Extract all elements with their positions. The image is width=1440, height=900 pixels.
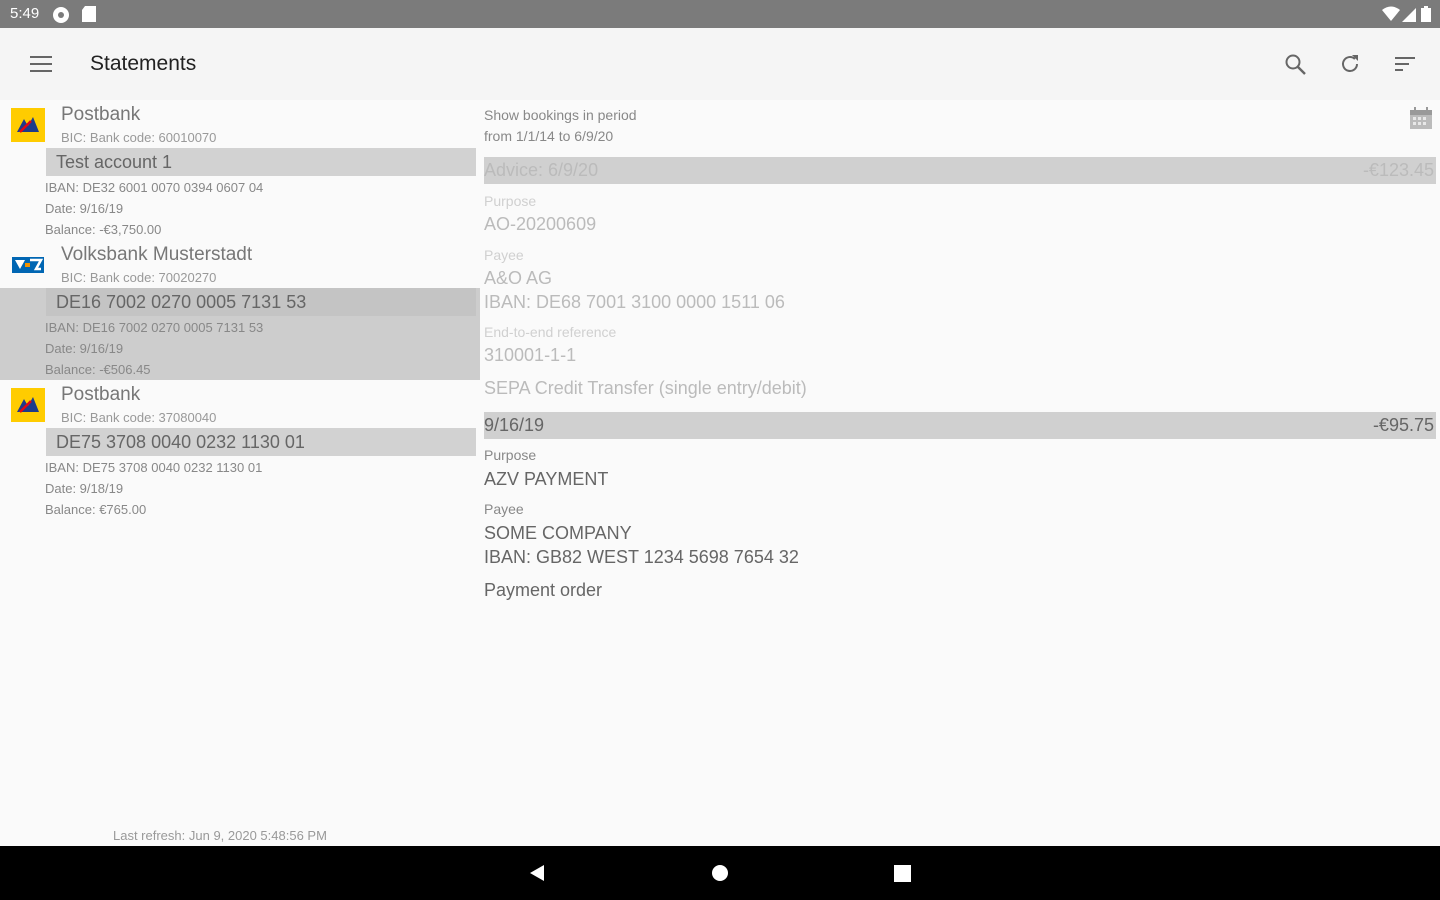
payee-value: A&O AG <box>484 268 553 288</box>
bank-bic: BIC: Bank code: 60010070 <box>61 130 217 145</box>
account-iban: IBAN: DE32 6001 0070 0394 0607 04 <box>45 180 264 195</box>
account-item-selected[interactable]: DE16 7002 0270 0005 7131 53 IBAN: DE16 7… <box>0 288 480 380</box>
account-name: DE75 3708 0040 0232 1130 01 <box>46 428 476 456</box>
account-date: Date: 9/16/19 <box>45 341 124 356</box>
sd-card-icon <box>82 6 96 22</box>
payee-iban: IBAN: DE68 7001 3100 0000 1511 06 <box>484 292 785 312</box>
bank-header: Volksbank Musterstadt BIC: Bank code: 70… <box>0 240 480 288</box>
booking-type: SEPA Credit Transfer (single entry/debit… <box>484 378 807 398</box>
account-date: Date: 9/16/19 <box>45 201 124 216</box>
bank-name: Postbank <box>61 104 141 125</box>
booking-header[interactable]: Advice: 6/9/20 -€123.45 <box>484 157 1436 184</box>
account-balance: Balance: €765.00 <box>45 502 147 517</box>
account-item[interactable]: DE75 3708 0040 0232 1130 01 IBAN: DE75 3… <box>0 428 480 520</box>
sort-icon[interactable] <box>1393 52 1417 76</box>
payee-label: Payee <box>484 501 524 517</box>
wifi-icon <box>1382 6 1400 21</box>
account-iban: IBAN: DE75 3708 0040 0232 1130 01 <box>45 460 263 475</box>
volksbank-logo-icon <box>11 248 45 282</box>
account-balance: Balance: -€506.45 <box>45 362 151 377</box>
payee-iban: IBAN: GB82 WEST 1234 5698 7654 32 <box>484 547 799 567</box>
bank-name: Postbank <box>61 384 141 405</box>
status-time: 5:49 <box>10 5 40 22</box>
payee-label: Payee <box>484 247 524 263</box>
booking-date: 9/16/19 <box>484 415 545 435</box>
booking-header[interactable]: 9/16/19 -€95.75 <box>484 412 1436 439</box>
last-refresh: Last refresh: Jun 9, 2020 5:48:56 PM <box>113 828 327 843</box>
account-iban: IBAN: DE16 7002 0270 0005 7131 53 <box>45 320 264 335</box>
booking-amount: -€95.75 <box>1372 415 1434 435</box>
play-protect-icon <box>53 7 69 23</box>
e2e-value: 310001-1-1 <box>484 345 577 365</box>
status-bar: 5:49 <box>0 0 1440 28</box>
battery-icon <box>1421 6 1431 22</box>
account-name: Test account 1 <box>46 148 476 176</box>
navigation-bar <box>0 846 1440 900</box>
accounts-pane: Postbank BIC: Bank code: 60010070 Test a… <box>0 100 480 846</box>
purpose-label: Purpose <box>484 447 537 463</box>
period-range: from 1/1/14 to 6/9/20 <box>484 128 614 144</box>
booking-date: Advice: 6/9/20 <box>484 160 599 180</box>
home-icon[interactable] <box>711 864 729 882</box>
booking-amount: -€123.45 <box>1362 160 1434 180</box>
e2e-label: End-to-end reference <box>484 324 617 340</box>
purpose-label: Purpose <box>484 193 537 209</box>
postbank-logo-icon <box>11 108 45 142</box>
bank-bic: BIC: Bank code: 70020270 <box>61 270 217 285</box>
calendar-icon[interactable] <box>1409 106 1433 130</box>
bank-header: Postbank BIC: Bank code: 37080040 <box>0 380 480 428</box>
refresh-icon[interactable] <box>1338 52 1362 76</box>
app-bar: Statements <box>0 28 1440 100</box>
purpose-value: AZV PAYMENT <box>484 469 609 489</box>
page-title: Statements <box>90 52 197 75</box>
period-label: Show bookings in period <box>484 107 637 123</box>
payee-value: SOME COMPANY <box>484 523 632 543</box>
back-icon[interactable] <box>528 864 546 882</box>
postbank-logo-icon <box>11 388 45 422</box>
account-date: Date: 9/18/19 <box>45 481 124 496</box>
search-icon[interactable] <box>1283 52 1307 76</box>
purpose-value: AO-20200609 <box>484 214 597 234</box>
menu-icon[interactable] <box>30 55 52 73</box>
cell-signal-icon <box>1402 8 1416 22</box>
bank-bic: BIC: Bank code: 37080040 <box>61 410 217 425</box>
booking-type: Payment order <box>484 580 603 600</box>
bank-header: Postbank BIC: Bank code: 60010070 <box>0 100 480 148</box>
account-name: DE16 7002 0270 0005 7131 53 <box>46 288 476 316</box>
account-balance: Balance: -€3,750.00 <box>45 222 162 237</box>
account-item[interactable]: Test account 1 IBAN: DE32 6001 0070 0394… <box>0 148 480 240</box>
bank-name: Volksbank Musterstadt <box>61 244 253 265</box>
recents-icon[interactable] <box>894 865 911 882</box>
